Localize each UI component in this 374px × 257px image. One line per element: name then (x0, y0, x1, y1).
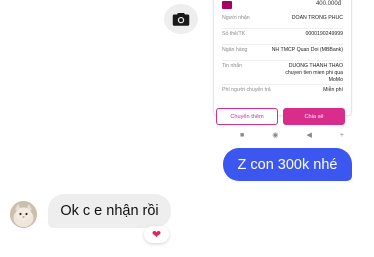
receipt-value: DUONG THANH THAO chuyen tien mien phi qu… (285, 63, 343, 83)
home-icon: ◉ (272, 132, 279, 139)
transfer-more-button: Chuyển thêm (216, 108, 278, 125)
receipt-amount: 400.000đ (315, 1, 341, 7)
receipt-row-bank: Ngân hàng NH TMCP Quan Doi (MBBank) (222, 44, 343, 61)
receipt-row-fee: Phí người chuyển trả Miễn phí (222, 84, 343, 100)
receipt-label: Số thẻ/TK (222, 31, 246, 37)
receipt-value: NH TMCP Quan Doi (MBBank) (271, 47, 343, 53)
received-message-bubble[interactable]: Ok c e nhận rồi (48, 194, 171, 228)
cat-avatar-image (10, 201, 37, 228)
receipt-value: 0000190249999 (305, 31, 343, 37)
avatar[interactable] (10, 201, 37, 228)
camera-icon (172, 13, 190, 26)
transfer-receipt-image[interactable]: 400.000đ Người nhận DOAN TRONG PHUC Số t… (213, 0, 352, 125)
receipt-label: Người nhận (222, 15, 250, 21)
receipt-value: DOAN TRONG PHUC (291, 15, 343, 21)
receipt-row-message: Tin nhắn DUONG THANH THAO chuyen tien mi… (222, 60, 343, 85)
receipt-row-account: Số thẻ/TK 0000190249999 (222, 28, 343, 45)
heart-icon: ❤ (151, 229, 162, 241)
sent-message-bubble[interactable]: Z con 300k nhé (223, 148, 352, 181)
back-icon: ◀ (306, 132, 312, 139)
heart-reaction[interactable]: ❤ (144, 226, 169, 243)
receipt-value: Miễn phí (323, 87, 343, 93)
receipt-row-recipient: Người nhận DOAN TRONG PHUC (222, 12, 343, 29)
receipt-label: Phí người chuyển trả (222, 87, 271, 93)
receipt-label: Ngân hàng (222, 47, 248, 53)
momo-logo (222, 1, 232, 9)
receipt-label: Tin nhắn (222, 63, 242, 69)
stop-icon: ■ (240, 131, 245, 139)
plus-icon: + (339, 131, 344, 139)
share-button: Chia sẻ (283, 108, 345, 125)
camera-button[interactable] (164, 4, 198, 34)
screenshot-nav-bar: ■ ◉ ◀ + (240, 130, 344, 140)
